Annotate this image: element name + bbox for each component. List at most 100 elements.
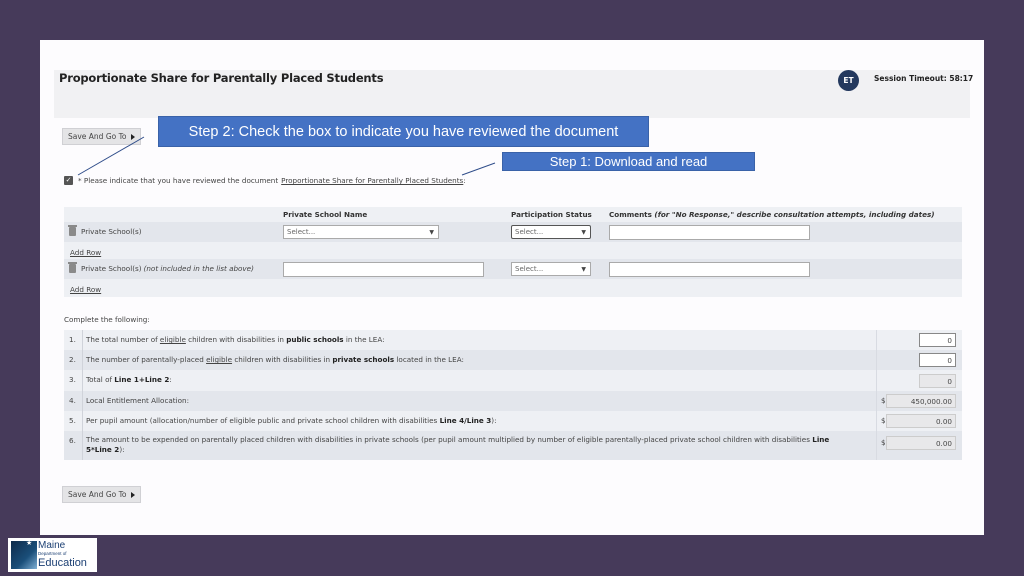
chevron-down-icon: ▼ — [429, 228, 434, 236]
header-private-school-name: Private School Name — [283, 210, 368, 219]
text-part: eligible — [206, 355, 233, 364]
row-text: The total number of eligible children wi… — [86, 335, 385, 345]
trash-icon[interactable] — [68, 225, 77, 236]
row-label: Private School(s) (not included in the l… — [68, 262, 254, 273]
currency-symbol: $ — [881, 416, 886, 425]
caret-right-icon — [130, 491, 135, 498]
row-divider — [82, 350, 83, 370]
reviewed-checkbox[interactable]: ✓ — [64, 176, 73, 185]
user-avatar[interactable]: ET — [838, 70, 859, 91]
text-part: 5*Line 2 — [86, 445, 120, 454]
logo-line1: Maine — [38, 540, 66, 551]
calc-row-5: 5. Per pupil amount (allocation/number o… — [64, 411, 962, 431]
row-label: Private School(s) — [68, 225, 142, 236]
save-and-go-to-button-top[interactable]: Save And Go To — [62, 128, 141, 145]
review-label: * Please indicate that you have reviewed… — [78, 176, 279, 185]
text-part: : — [169, 375, 172, 384]
text-part: The number of parentally-placed — [86, 355, 207, 364]
private-school-name-select[interactable]: Select... ▼ — [283, 225, 439, 239]
row-divider — [82, 330, 83, 350]
step1-callout: Step 1: Download and read — [502, 152, 755, 171]
per-pupil-amount-readonly: 0.00 — [886, 414, 956, 428]
comments-input[interactable] — [609, 262, 810, 277]
text-part: children with disabilities in — [232, 355, 333, 364]
chevron-down-icon: ▼ — [581, 265, 586, 273]
public-school-children-input[interactable]: 0 — [919, 333, 956, 347]
add-row-link[interactable]: Add Row — [70, 248, 101, 257]
save-and-go-to-label: Save And Go To — [68, 490, 127, 499]
table-row: Private School(s) (not included in the l… — [64, 259, 962, 279]
text-part: public schools — [286, 335, 344, 344]
row-label-note: (not included in the list above) — [143, 264, 254, 273]
row-divider — [82, 391, 83, 411]
calc-row-3: 3. Total of Line 1+Line 2: 0 — [64, 370, 962, 391]
page-header: Proportionate Share for Parentally Place… — [54, 70, 973, 118]
currency-symbol: $ — [881, 438, 886, 447]
document-link[interactable]: Proportionate Share for Parentally Place… — [281, 176, 463, 185]
review-acknowledgement: ✓ * Please indicate that you have review… — [64, 176, 466, 185]
step1-pointer-line — [461, 162, 496, 176]
text-part: Total of — [86, 375, 115, 384]
text-part: Local Entitlement Allocation: — [86, 396, 189, 405]
trash-icon[interactable] — [68, 262, 77, 273]
column-divider — [876, 330, 877, 350]
comments-input[interactable] — [609, 225, 810, 240]
row-divider — [82, 431, 83, 460]
calculation-table: 1. The total number of eligible children… — [64, 330, 962, 460]
column-divider — [876, 370, 877, 391]
row-label-text: Private School(s) — [81, 227, 142, 236]
column-divider — [876, 391, 877, 411]
currency-symbol: $ — [881, 396, 886, 405]
row-label-text: Private School(s) — [81, 264, 142, 273]
text-part: ): — [119, 445, 125, 454]
local-entitlement-readonly: 450,000.00 — [886, 394, 956, 408]
row-text: The amount to be expended on parentally … — [86, 435, 829, 455]
row-text: Local Entitlement Allocation: — [86, 396, 189, 406]
private-school-children-input[interactable]: 0 — [919, 353, 956, 367]
text-part: eligible — [159, 335, 186, 344]
select-value: Select... — [287, 228, 316, 236]
save-and-go-to-button-bottom[interactable]: Save And Go To — [62, 486, 141, 503]
table-row: Private School(s) Select... ▼ Select... … — [64, 222, 962, 242]
text-part: in the LEA: — [343, 335, 385, 344]
text-part: Per pupil amount (allocation/number of e… — [86, 416, 440, 425]
column-divider — [876, 431, 877, 460]
private-school-name-input[interactable] — [283, 262, 484, 277]
text-part: The total number of — [86, 335, 160, 344]
row-text: Per pupil amount (allocation/number of e… — [86, 416, 497, 426]
star-icon: ★ — [26, 539, 33, 547]
review-suffix: : — [463, 176, 466, 185]
row-text: The number of parentally-placed eligible… — [86, 355, 464, 365]
calc-row-6: 6. The amount to be expended on parental… — [64, 431, 962, 460]
calc-row-2: 2. The number of parentally-placed eligi… — [64, 350, 962, 370]
private-schools-table: Private School Name Participation Status… — [64, 207, 962, 297]
row-number: 3. — [69, 375, 76, 384]
row-number: 6. — [69, 436, 76, 445]
row-number: 5. — [69, 416, 76, 425]
chevron-down-icon: ▼ — [581, 228, 586, 236]
header-comments: Comments (for "No Response," describe co… — [609, 210, 935, 219]
text-part: Line 1+Line 2 — [114, 375, 170, 384]
select-value: Select... — [515, 265, 544, 273]
text-part: The amount to be expended on parentally … — [86, 435, 813, 444]
maine-doe-logo: ★ Maine Department of Education — [8, 538, 97, 572]
column-divider — [876, 411, 877, 431]
text-part: private schools — [332, 355, 395, 364]
text-part: located in the LEA: — [394, 355, 464, 364]
add-row-link[interactable]: Add Row — [70, 285, 101, 294]
text-part: Line — [812, 435, 830, 444]
row-number: 4. — [69, 396, 76, 405]
participation-status-select[interactable]: Select... ▼ — [511, 225, 591, 239]
text-part: ): — [491, 416, 497, 425]
calc-row-1: 1. The total number of eligible children… — [64, 330, 962, 350]
participation-status-select[interactable]: Select... ▼ — [511, 262, 591, 276]
row-divider — [82, 411, 83, 431]
header-comments-note: (for "No Response," describe consultatio… — [654, 210, 935, 219]
text-part: children with disabilities in — [185, 335, 287, 344]
caret-right-icon — [130, 133, 135, 140]
amount-expended-readonly: 0.00 — [886, 436, 956, 450]
row-number: 2. — [69, 355, 76, 364]
logo-line3: Education — [38, 557, 87, 569]
header-participation-status: Participation Status — [511, 210, 592, 219]
app-screenshot: Proportionate Share for Parentally Place… — [40, 40, 984, 535]
